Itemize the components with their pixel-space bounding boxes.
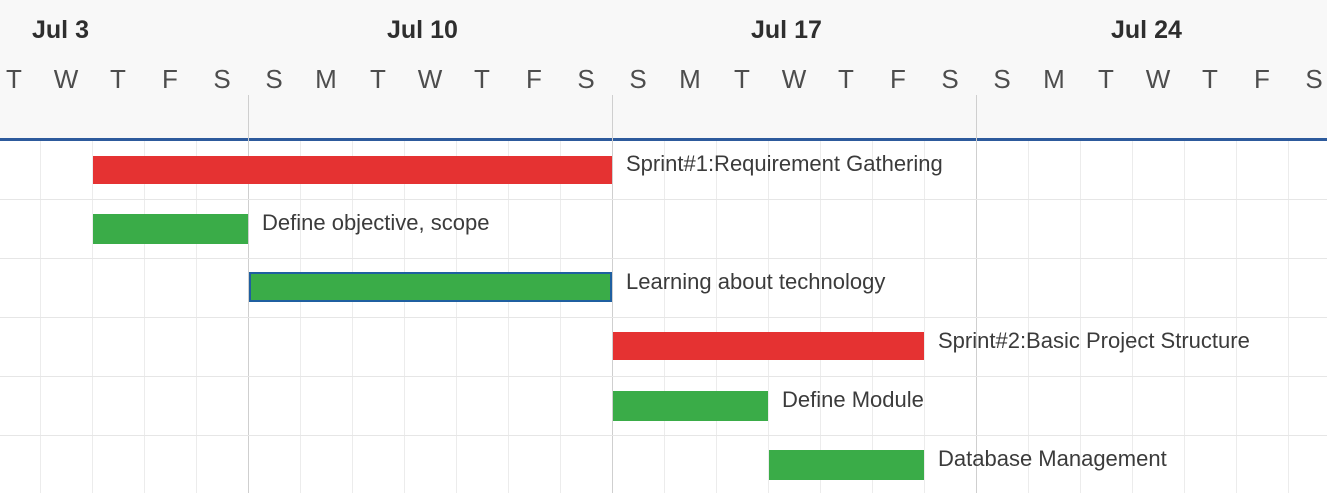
sprint-bar[interactable]	[613, 332, 924, 360]
day-label: F	[1254, 64, 1270, 94]
day-label: T	[1202, 64, 1218, 94]
task-bar[interactable]	[93, 214, 248, 244]
week-label: Jul 17	[751, 16, 822, 44]
day-label: T	[474, 64, 490, 94]
task-label: Sprint#2:Basic Project Structure	[938, 328, 1250, 353]
row-divider	[0, 317, 1327, 318]
sprint-bar[interactable]	[93, 156, 612, 184]
task-label: Sprint#1:Requirement Gathering	[626, 151, 943, 176]
week-label: Jul 24	[1111, 16, 1182, 44]
task-bar[interactable]	[249, 272, 612, 302]
day-label: S	[577, 64, 595, 94]
week-divider	[612, 95, 613, 493]
day-label: W	[1145, 64, 1171, 94]
day-label: T	[734, 64, 750, 94]
day-label: W	[417, 64, 443, 94]
day-label: W	[53, 64, 79, 94]
gantt-chart: Jul 3 Jul 10 Jul 17 Jul 24 T W T F S S M T W T F S S…	[0, 0, 1327, 493]
row-divider	[0, 199, 1327, 200]
timeline-header: Jul 3 Jul 10 Jul 17 Jul 24 T W T F S S M T W T F S S…	[0, 0, 1327, 140]
day-label: W	[781, 64, 807, 94]
day-label: F	[526, 64, 542, 94]
row-divider	[0, 435, 1327, 436]
row-divider	[0, 376, 1327, 377]
day-label: T	[6, 64, 22, 94]
day-label: S	[213, 64, 231, 94]
task-bar[interactable]	[613, 391, 768, 421]
day-label: T	[370, 64, 386, 94]
day-label: S	[265, 64, 283, 94]
task-label: Define objective, scope	[262, 210, 490, 235]
day-label: M	[315, 64, 337, 94]
day-label: S	[941, 64, 959, 94]
week-label: Jul 10	[387, 16, 458, 44]
task-label: Define Module	[782, 387, 924, 412]
day-label: S	[993, 64, 1011, 94]
day-label: F	[162, 64, 178, 94]
task-bar[interactable]	[769, 450, 924, 480]
row-divider	[0, 258, 1327, 259]
day-label: F	[890, 64, 906, 94]
week-label: Jul 3	[32, 16, 89, 44]
day-label: M	[1043, 64, 1065, 94]
task-label: Database Management	[938, 446, 1167, 471]
day-label: M	[679, 64, 701, 94]
day-label: T	[1098, 64, 1114, 94]
day-label: S	[1305, 64, 1323, 94]
day-label: T	[110, 64, 126, 94]
week-divider	[976, 95, 977, 493]
day-label: S	[629, 64, 647, 94]
task-label: Learning about technology	[626, 269, 886, 294]
day-label: T	[838, 64, 854, 94]
